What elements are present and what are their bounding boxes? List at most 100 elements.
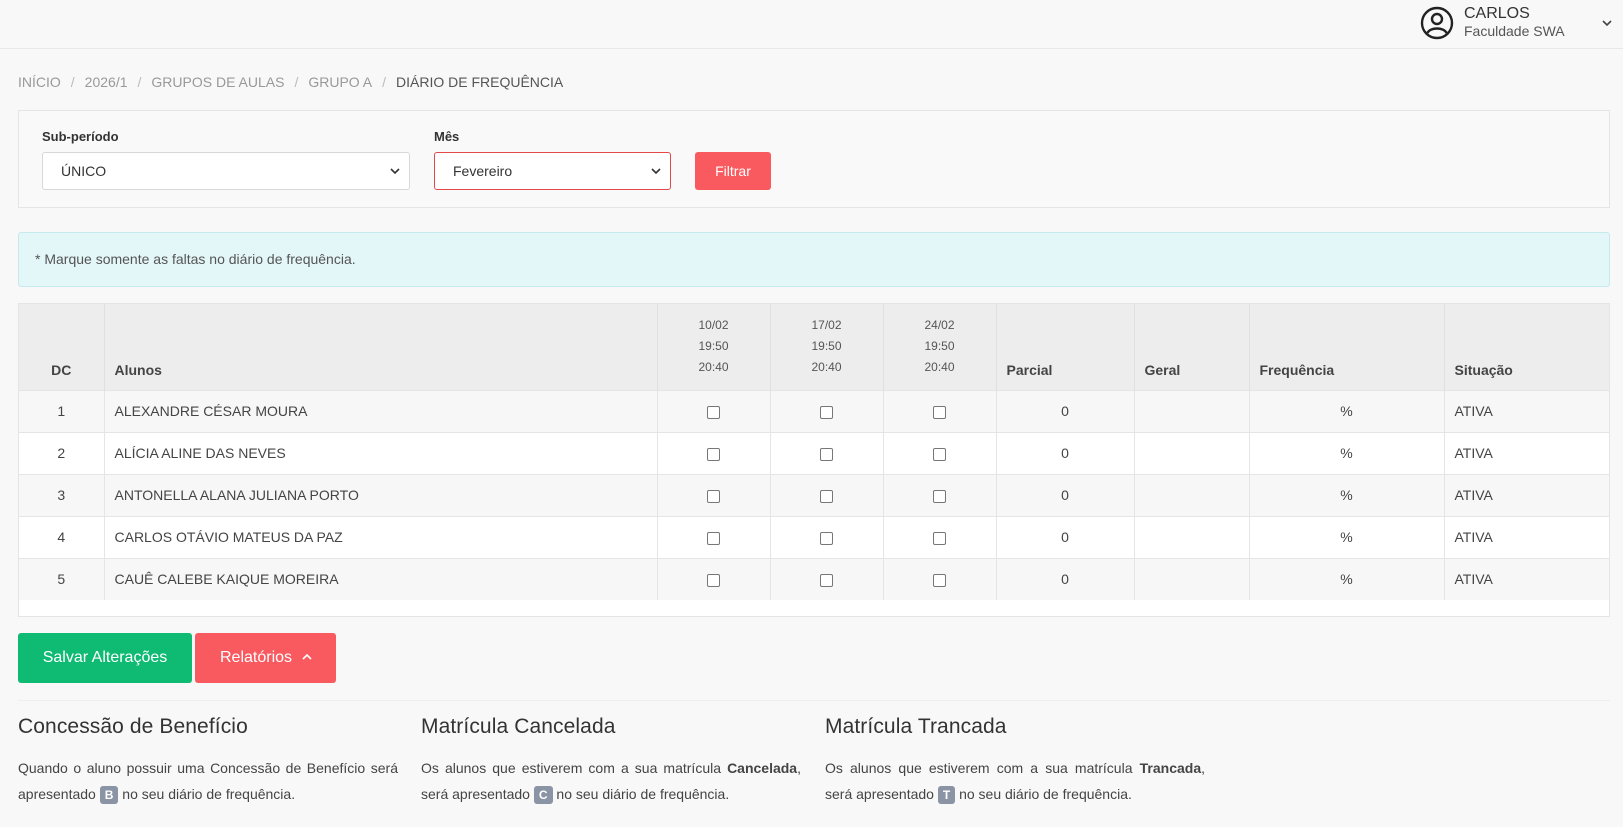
time-start: 19:50 [698,338,729,353]
relatorios-button[interactable]: Relatórios [195,633,336,683]
date-label: 10/02 [698,317,729,332]
legend-badge: B [99,786,119,805]
absence-checkbox[interactable] [820,447,833,461]
row-parcial: 0 [996,474,1135,516]
breadcrumb-grupos[interactable]: GRUPOS DE AULAS [151,74,284,90]
chevron-down-icon[interactable] [1600,16,1614,30]
col-date-2: 17/02 19:50 20:40 [770,304,884,390]
attendance-cell [770,432,884,474]
attendance-cell [657,390,771,432]
table-row: 4 CARLOS OTÁVIO MATEUS DA PAZ 0 % ATIVA [19,516,1609,558]
absence-checkbox[interactable] [707,447,720,461]
user-circle-icon [1420,6,1454,39]
absence-checkbox[interactable] [820,405,833,419]
breadcrumb-separator: / [382,74,387,90]
row-geral [1134,390,1250,432]
legend-title: Matrícula Cancelada [421,715,616,738]
breadcrumb-grupo[interactable]: GRUPO A [308,74,372,90]
date-label: 17/02 [811,317,842,332]
absence-checkbox[interactable] [933,489,946,503]
time-start: 19:50 [811,338,842,353]
relatorios-label: Relatórios [220,649,293,666]
table-header-row: DC Alunos 10/02 19:50 20:40 17/02 19:50 … [19,304,1609,390]
chevron-down-icon [390,168,400,175]
user-name: CARLOS [1464,5,1530,22]
row-geral [1134,474,1250,516]
row-situacao: ATIVA [1454,487,1493,503]
legend-title: Concessão de Benefício [18,715,248,738]
row-aluno: ANTONELLA ALANA JULIANA PORTO [104,474,658,516]
row-frequencia: % [1249,390,1445,432]
time-start: 19:50 [924,338,955,353]
row-dc: 3 [19,474,105,516]
col-alunos: Alunos [104,304,658,390]
table-row: 1 ALEXANDRE CÉSAR MOURA 0 % ATIVA [19,390,1609,432]
legend-beneficio: Concessão de Benefício Quando o aluno po… [18,715,398,807]
col-date-1: 10/02 19:50 20:40 [657,304,771,390]
col-situacao: Situação [1454,361,1513,378]
absence-checkbox[interactable] [707,574,720,588]
row-situacao: ATIVA [1454,403,1493,419]
row-geral [1134,432,1250,474]
user-org: Faculdade SWA [1464,23,1565,39]
row-dc: 4 [19,516,105,558]
absence-checkbox[interactable] [820,574,833,588]
legend-text-after: no seu diário de frequência. [959,786,1132,802]
attendance-cell [770,558,884,600]
attendance-cell [883,432,997,474]
absence-checkbox[interactable] [707,531,720,545]
legend-bold: Trancada [1139,760,1202,776]
attendance-cell [883,516,997,558]
row-situacao: ATIVA [1454,445,1493,461]
mes-label: Mês [434,129,460,144]
row-parcial: 0 [996,558,1135,600]
legend-trancada: Matrícula Trancada Os alunos que estiver… [825,715,1205,807]
absence-checkbox[interactable] [933,447,946,461]
attendance-table: DC Alunos 10/02 19:50 20:40 17/02 19:50 … [18,303,1610,617]
attendance-cell [770,516,884,558]
col-dc: DC [19,304,105,390]
breadcrumb-periodo[interactable]: 2026/1 [85,74,128,90]
subperiodo-select[interactable]: ÚNICO [42,152,410,190]
absence-checkbox[interactable] [820,531,833,545]
row-aluno: CARLOS OTÁVIO MATEUS DA PAZ [104,516,658,558]
absence-checkbox[interactable] [820,489,833,503]
user-menu[interactable]: CARLOS Faculdade SWA [1420,5,1565,40]
legend-text: Os alunos que estiverem com a sua matríc… [421,755,801,807]
mes-select[interactable]: Fevereiro [434,152,671,190]
legend-badge: C [533,786,553,805]
filtrar-button[interactable]: Filtrar [695,152,771,190]
row-parcial: 0 [996,432,1135,474]
row-situacao: ATIVA [1454,529,1493,545]
absence-checkbox[interactable] [933,405,946,419]
absence-checkbox[interactable] [933,531,946,545]
top-bar: CARLOS Faculdade SWA [0,0,1623,49]
row-aluno: ALÍCIA ALINE DAS NEVES [104,432,658,474]
row-aluno: ALEXANDRE CÉSAR MOURA [104,390,658,432]
subperiodo-label: Sub-período [42,129,119,144]
breadcrumb-inicio[interactable]: INÍCIO [18,74,61,90]
chevron-up-icon [302,653,312,660]
mes-value: Fevereiro [453,163,513,179]
absence-checkbox[interactable] [707,405,720,419]
absence-checkbox[interactable] [933,574,946,588]
subperiodo-value: ÚNICO [61,163,107,179]
time-end: 20:40 [924,359,955,374]
salvar-alteracoes-button[interactable]: Salvar Alterações [18,633,192,683]
breadcrumb-separator: / [137,74,142,90]
breadcrumb-separator: / [70,74,75,90]
col-date-3: 24/02 19:50 20:40 [883,304,997,390]
row-geral [1134,558,1250,600]
attendance-cell [883,558,997,600]
absence-checkbox[interactable] [707,489,720,503]
row-aluno: CAUÊ CALEBE KAIQUE MOREIRA [104,558,658,600]
row-geral [1134,516,1250,558]
breadcrumb-separator: / [294,74,299,90]
col-parcial: Parcial [996,304,1135,390]
col-geral: Geral [1134,304,1250,390]
legend-text-after: no seu diário de frequência. [556,786,730,802]
info-alert: * Marque somente as faltas no diário de … [18,232,1610,287]
legend-text-before: Os alunos que estiverem com a sua matríc… [421,760,721,776]
row-dc: 5 [19,558,105,600]
attendance-cell [657,558,771,600]
